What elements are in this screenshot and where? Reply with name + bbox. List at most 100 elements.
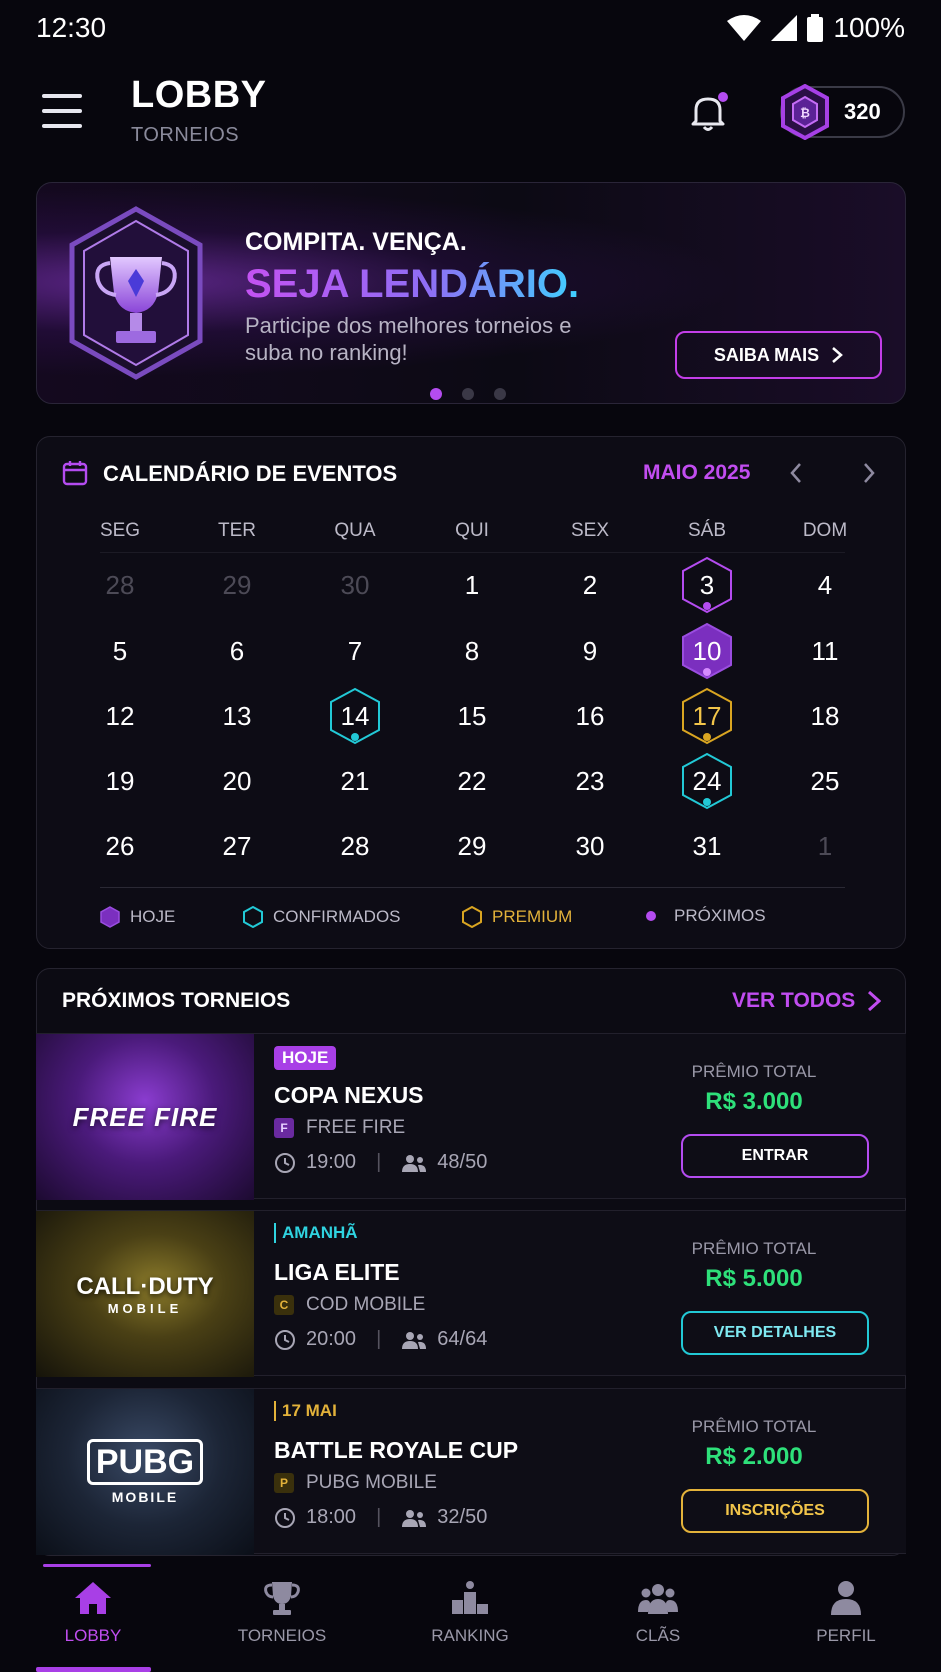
active-tab-indicator (43, 1564, 151, 1567)
calendar-day-number: 29 (222, 569, 252, 600)
carousel-dot-1[interactable] (430, 388, 442, 400)
battery-level: 100% (833, 12, 905, 43)
nav-lobby[interactable]: LOBBY (13, 1580, 173, 1646)
calendar-day[interactable]: 17 (677, 686, 737, 746)
menu-icon[interactable] (42, 94, 82, 128)
calendar-day[interactable]: 30 (325, 555, 385, 615)
calendar-day[interactable]: 7 (325, 621, 385, 681)
weekday-label: TER (218, 520, 256, 541)
home-icon (75, 1582, 111, 1614)
calendar-day[interactable]: 27 (207, 816, 267, 876)
nav-profile[interactable]: PERFIL (766, 1580, 926, 1646)
carousel-dot-3[interactable] (494, 388, 506, 400)
players-icon (402, 1331, 427, 1349)
calendar-day-number: 15 (457, 700, 487, 731)
chevron-right-icon (868, 990, 882, 1012)
calendar-day[interactable]: 1 (795, 816, 855, 876)
tournament-name: COPA NEXUS (274, 1082, 424, 1108)
calendar-day[interactable]: 22 (442, 751, 502, 811)
calendar-day[interactable]: 26 (90, 816, 150, 876)
calendar-day[interactable]: 29 (207, 555, 267, 615)
nav-clans[interactable]: CLÃS (578, 1580, 738, 1646)
calendar-day[interactable]: 31 (677, 816, 737, 876)
calendar-day[interactable]: 6 (207, 621, 267, 681)
weekday-label: SEX (570, 520, 610, 541)
weekday-label: SEG (99, 520, 141, 541)
players-icon (402, 1154, 427, 1172)
calendar-day[interactable]: 18 (795, 686, 855, 746)
calendar-day[interactable]: 14 (325, 686, 385, 746)
group-icon (638, 1584, 678, 1614)
nav-ranking[interactable]: RANKING (390, 1580, 550, 1646)
calendar-day[interactable]: 20 (207, 751, 267, 811)
legend-confirmed-label: CONFIRMADOS (273, 907, 401, 926)
legend-premium-label: PREMIUM (492, 907, 573, 926)
calendar-day[interactable]: 5 (90, 621, 150, 681)
notification-bell-icon[interactable] (686, 90, 730, 134)
calendar-day[interactable]: 24 (677, 751, 737, 811)
legend-premium: PREMIUM (462, 906, 572, 928)
battery-icon (807, 14, 824, 42)
calendar-day[interactable]: 29 (442, 816, 502, 876)
calendar-day-number: 12 (105, 700, 135, 731)
event-dot (703, 798, 711, 806)
calendar-day[interactable]: 9 (560, 621, 620, 681)
game-name: PUBG MOBILE (306, 1472, 437, 1493)
game-name: FREE FIRE (306, 1117, 406, 1138)
calendar-day[interactable]: 10 (677, 621, 737, 681)
calendar-day[interactable]: 15 (442, 686, 502, 746)
legend-upcoming-label: PRÓXIMOS (674, 906, 766, 925)
calendar-day-number: 7 (347, 635, 363, 666)
calendar-day[interactable]: 1 (442, 555, 502, 615)
calendar-day[interactable]: 3 (677, 555, 737, 615)
chevron-right-icon[interactable] (855, 458, 883, 488)
status-badge: AMANHÃ (274, 1223, 364, 1243)
calendar-day[interactable]: 25 (795, 751, 855, 811)
svg-text:₿: ₿ (800, 106, 810, 120)
tournament-row[interactable]: FREE FIRE HOJE COPA NEXUS F FREE FIRE 19… (36, 1033, 906, 1200)
calendar-day[interactable]: 12 (90, 686, 150, 746)
nav-label: PERFIL (816, 1626, 876, 1645)
enter-button[interactable]: ENTRAR (681, 1134, 869, 1178)
calendar-day-number: 19 (105, 765, 135, 796)
free-fire-thumbnail: FREE FIRE (36, 1034, 254, 1200)
tournament-game: F FREE FIRE (274, 1117, 405, 1139)
calendar-day[interactable]: 8 (442, 621, 502, 681)
calendar-day[interactable]: 2 (560, 555, 620, 615)
chevron-left-icon[interactable] (782, 458, 810, 488)
event-dot (703, 602, 711, 610)
tournament-meta: 18:00 | 32/50 (274, 1506, 487, 1529)
calendar-day[interactable]: 28 (90, 555, 150, 615)
calendar-day[interactable]: 11 (795, 621, 855, 681)
calendar-day[interactable]: 23 (560, 751, 620, 811)
dot-icon (646, 911, 656, 921)
calendar-day[interactable]: 19 (90, 751, 150, 811)
calendar-day[interactable]: 28 (325, 816, 385, 876)
calendar-day-number: 23 (575, 765, 605, 796)
hexagon-filled-icon (100, 906, 120, 928)
register-button[interactable]: INSCRIÇÕES (681, 1489, 869, 1533)
calendar-day-number: 10 (692, 635, 722, 666)
players-icon (402, 1509, 427, 1527)
calendar-day-number: 18 (810, 700, 840, 731)
saiba-mais-button[interactable]: SAIBA MAIS (675, 331, 882, 379)
calendar-day[interactable]: 13 (207, 686, 267, 746)
calendar-day[interactable]: 30 (560, 816, 620, 876)
tournament-row[interactable]: PUBG MOBILE 17 MAI BATTLE ROYALE CUP P P… (36, 1388, 906, 1555)
calendar-day[interactable]: 4 (795, 555, 855, 615)
nav-tournaments[interactable]: TORNEIOS (202, 1580, 362, 1646)
calendar-day[interactable]: 21 (325, 751, 385, 811)
divider (100, 552, 845, 553)
carousel-dot-2[interactable] (462, 388, 474, 400)
view-details-button[interactable]: VER DETALHES (681, 1311, 869, 1355)
tournament-players: 48/50 (437, 1151, 488, 1173)
calendar-day[interactable]: 16 (560, 686, 620, 746)
tournament-row[interactable]: CALL·DUTY MOBILE AMANHÃ LIGA ELITE C COD… (36, 1210, 906, 1377)
trophy-emblem-icon (69, 206, 203, 380)
nav-label: TORNEIOS (237, 1626, 327, 1645)
game-logo-subtext: MOBILE (111, 1489, 179, 1505)
see-all-link[interactable]: VER TODOS (732, 989, 882, 1013)
page-title: LOBBY (131, 74, 267, 116)
calendar-day-number: 2 (582, 569, 598, 600)
event-dot (351, 733, 359, 741)
